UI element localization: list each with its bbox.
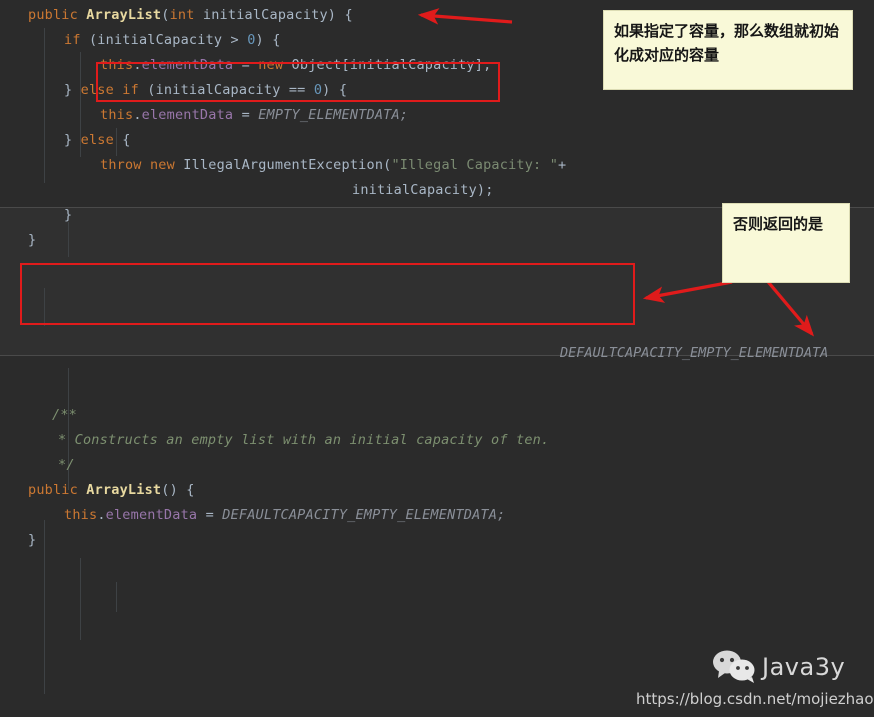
- code-screenshot: public ArrayList(int initialCapacity) { …: [0, 0, 874, 717]
- indent-guide: [44, 520, 45, 694]
- indent-guide: [80, 558, 81, 640]
- note-capacity: 如果指定了容量，那么数组就初始化成对应的容量: [603, 10, 853, 90]
- wechat-icon: [712, 650, 758, 688]
- code-line: }: [28, 532, 37, 548]
- ghost-constant-text: DEFAULTCAPACITY_EMPTY_ELEMENTDATA: [560, 345, 829, 361]
- watermark-url: https://blog.csdn.net/mojiezhao: [636, 690, 874, 708]
- watermark-name: Java3y: [762, 653, 846, 681]
- indent-guide: [116, 582, 117, 612]
- note-default: 否则返回的是: [722, 203, 850, 283]
